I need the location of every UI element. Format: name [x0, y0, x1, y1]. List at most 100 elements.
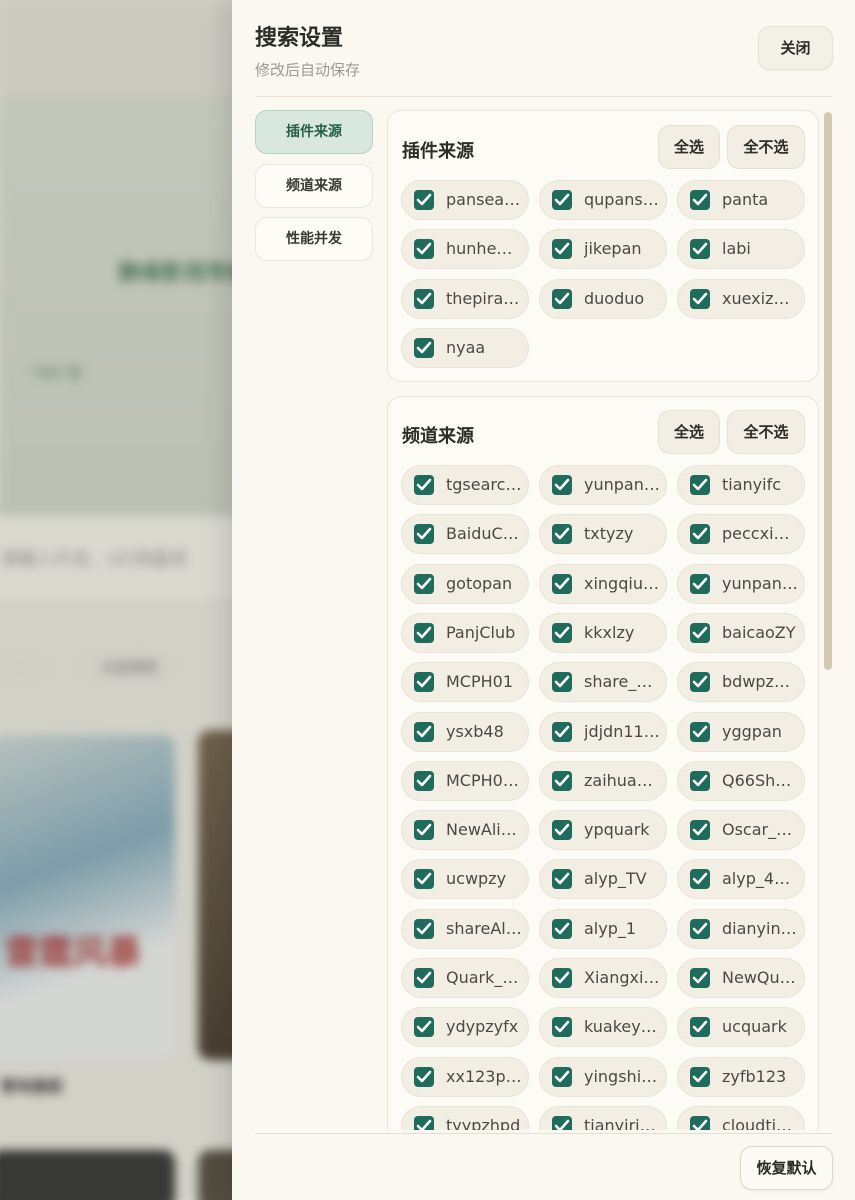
checkbox-checked[interactable] [690, 820, 710, 841]
source-checkbox-chip[interactable]: hunhepan [401, 229, 529, 270]
source-checkbox-chip[interactable]: kkxlzy [539, 612, 667, 653]
checkbox-checked[interactable] [414, 524, 434, 545]
checkbox-checked[interactable] [690, 622, 710, 643]
source-checkbox-chip[interactable]: ucwpzy [401, 859, 529, 900]
checkbox-checked[interactable] [414, 337, 434, 358]
checkbox-checked[interactable] [690, 918, 710, 939]
checkbox-checked[interactable] [552, 573, 572, 594]
checkbox-checked[interactable] [552, 288, 572, 309]
source-checkbox-chip[interactable]: xx123pan [401, 1056, 529, 1097]
checkbox-checked[interactable] [552, 622, 572, 643]
source-checkbox-chip[interactable]: peccxinpd [677, 514, 805, 555]
checkbox-checked[interactable] [414, 573, 434, 594]
nav-plugin-sources[interactable]: 插件来源 [255, 110, 373, 154]
checkbox-checked[interactable] [690, 288, 710, 309]
checkbox-checked[interactable] [552, 869, 572, 890]
source-checkbox-chip[interactable]: XiangxiuNB [539, 958, 667, 998]
source-checkbox-chip[interactable]: jikepan [539, 229, 667, 270]
source-checkbox-chip[interactable]: xuexizhinan [677, 278, 805, 319]
source-checkbox-chip[interactable]: gotopan [401, 563, 529, 604]
source-checkbox-chip[interactable]: bdwpzhpd [677, 662, 805, 703]
checkbox-checked[interactable] [552, 918, 572, 939]
nav-channel-sources[interactable]: 频道来源 [255, 164, 373, 208]
source-checkbox-chip[interactable]: nyaa [401, 327, 529, 368]
source-checkbox-chip[interactable]: qupansou [539, 180, 667, 220]
checkbox-checked[interactable] [690, 968, 710, 988]
source-checkbox-chip[interactable]: share_aliyun [539, 662, 667, 703]
close-button[interactable]: 关闭 [758, 26, 833, 70]
checkbox-checked[interactable] [690, 190, 710, 210]
source-checkbox-chip[interactable]: ypquark [539, 810, 667, 851]
plugin-select-all-button[interactable]: 全选 [658, 125, 720, 169]
checkbox-checked[interactable] [414, 288, 434, 309]
source-checkbox-chip[interactable]: tianyifc [677, 465, 805, 505]
source-checkbox-chip[interactable]: alyp_1 [539, 908, 667, 949]
checkbox-checked[interactable] [414, 672, 434, 693]
channel-select-all-button[interactable]: 全选 [658, 410, 720, 454]
source-checkbox-chip[interactable]: zaihuayun [539, 760, 667, 801]
checkbox-checked[interactable] [414, 869, 434, 890]
restore-defaults-button[interactable]: 恢复默认 [740, 1146, 833, 1190]
checkbox-checked[interactable] [552, 1066, 572, 1087]
checkbox-checked[interactable] [690, 475, 710, 495]
source-checkbox-chip[interactable]: zyfb123 [677, 1056, 805, 1097]
source-checkbox-chip[interactable]: ydypzyfx [401, 1007, 529, 1048]
source-checkbox-chip[interactable]: shareAliyun [401, 908, 529, 949]
source-checkbox-chip[interactable]: tianyirigeng [539, 1105, 667, 1130]
source-checkbox-chip[interactable]: PanjClub [401, 612, 529, 653]
checkbox-checked[interactable] [690, 721, 710, 742]
source-checkbox-chip[interactable]: labi [677, 229, 805, 270]
source-checkbox-chip[interactable]: jdjdn1111 [539, 711, 667, 752]
source-checkbox-chip[interactable]: pansearch [401, 180, 529, 220]
source-checkbox-chip[interactable]: Q66Share [677, 760, 805, 801]
checkbox-checked[interactable] [414, 918, 434, 939]
source-checkbox-chip[interactable]: cloudtianyi [677, 1105, 805, 1130]
checkbox-checked[interactable] [414, 1017, 434, 1038]
scrollbar-thumb[interactable] [824, 112, 832, 670]
checkbox-checked[interactable] [414, 475, 434, 495]
source-checkbox-chip[interactable]: NewQuark [677, 958, 805, 998]
source-checkbox-chip[interactable]: kuakeyun [539, 1007, 667, 1048]
source-checkbox-chip[interactable]: thepiratebay [401, 278, 529, 319]
source-checkbox-chip[interactable]: yunpanxunlei [677, 563, 805, 604]
checkbox-checked[interactable] [552, 239, 572, 260]
source-checkbox-chip[interactable]: alyp_TV [539, 859, 667, 900]
checkbox-checked[interactable] [414, 622, 434, 643]
checkbox-checked[interactable] [414, 239, 434, 260]
source-checkbox-chip[interactable]: dianyingshare [677, 908, 805, 949]
source-checkbox-chip[interactable]: panta [677, 180, 805, 220]
checkbox-checked[interactable] [690, 524, 710, 545]
settings-scroll-area[interactable]: 插件来源 全选 全不选 pansearch qupansou panta hunhep… [387, 110, 819, 1130]
source-checkbox-chip[interactable]: ucquark [677, 1007, 805, 1048]
source-checkbox-chip[interactable]: baicaoZY [677, 612, 805, 653]
checkbox-checked[interactable] [690, 672, 710, 693]
source-checkbox-chip[interactable]: txtyzy [539, 514, 667, 555]
source-checkbox-chip[interactable]: ysxb48 [401, 711, 529, 752]
source-checkbox-chip[interactable]: yingshifenxiang123 [539, 1056, 667, 1097]
nav-performance-concurrency[interactable]: 性能并发 [255, 217, 373, 261]
checkbox-checked[interactable] [552, 190, 572, 210]
source-checkbox-chip[interactable]: yunpanxunlei [539, 465, 667, 505]
source-checkbox-chip[interactable]: alyp_4K_Movies [677, 859, 805, 900]
checkbox-checked[interactable] [690, 573, 710, 594]
channel-select-none-button[interactable]: 全不选 [727, 410, 805, 454]
checkbox-checked[interactable] [414, 1115, 434, 1130]
checkbox-checked[interactable] [690, 1115, 710, 1130]
source-checkbox-chip[interactable]: yggpan [677, 711, 805, 752]
checkbox-checked[interactable] [552, 672, 572, 693]
checkbox-checked[interactable] [690, 770, 710, 791]
checkbox-checked[interactable] [552, 1115, 572, 1130]
checkbox-checked[interactable] [552, 968, 572, 988]
checkbox-checked[interactable] [552, 820, 572, 841]
checkbox-checked[interactable] [552, 475, 572, 495]
checkbox-checked[interactable] [690, 869, 710, 890]
source-checkbox-chip[interactable]: duoduo [539, 278, 667, 319]
checkbox-checked[interactable] [414, 1066, 434, 1087]
checkbox-checked[interactable] [552, 721, 572, 742]
source-checkbox-chip[interactable]: MCPH01 [401, 662, 529, 703]
source-checkbox-chip[interactable]: Quark_Movies [401, 958, 529, 998]
checkbox-checked[interactable] [690, 1066, 710, 1087]
source-checkbox-chip[interactable]: NewAliPan [401, 810, 529, 851]
source-checkbox-chip[interactable]: MCPH086 [401, 760, 529, 801]
checkbox-checked[interactable] [414, 968, 434, 988]
